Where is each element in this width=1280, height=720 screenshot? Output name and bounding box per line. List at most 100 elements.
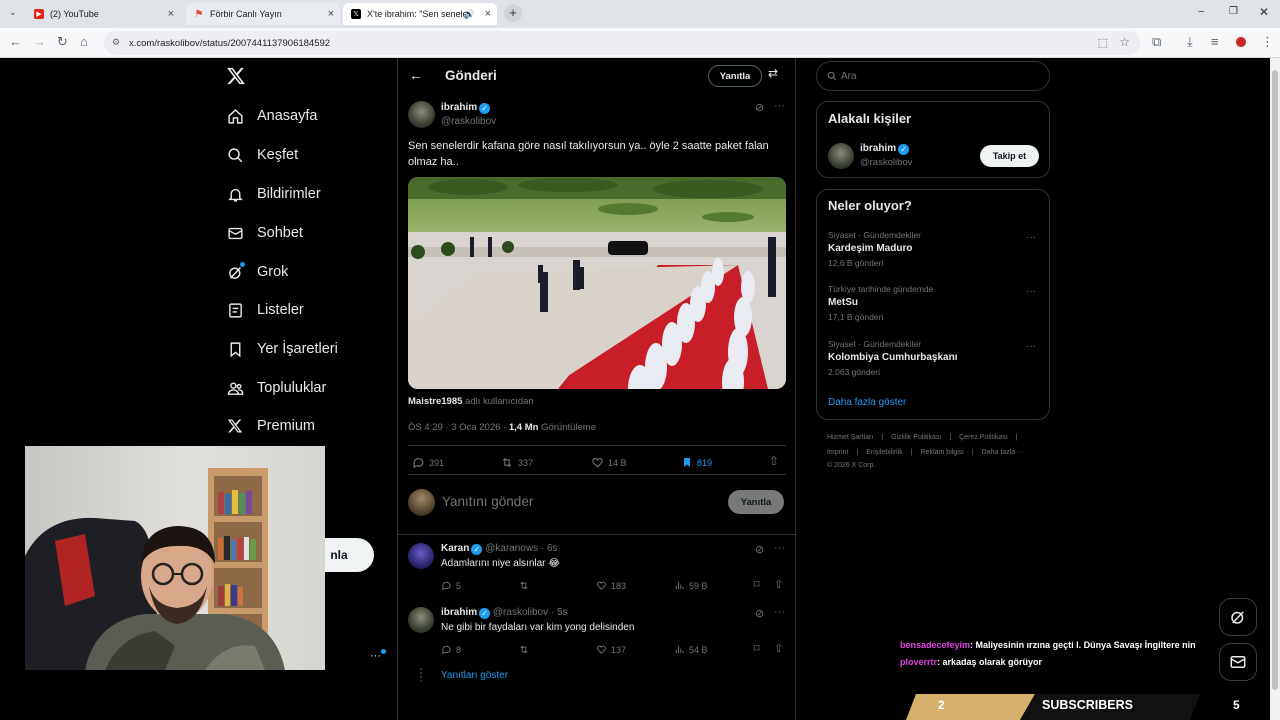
reply-author-name[interactable]: Karan bbox=[441, 543, 469, 554]
back-arrow-icon[interactable]: ← bbox=[409, 67, 423, 83]
show-replies-link[interactable]: Yanıtları göster bbox=[441, 670, 508, 681]
avatar[interactable] bbox=[408, 543, 434, 569]
bookmark-star-icon[interactable]: ☆ bbox=[1119, 35, 1130, 49]
maximize-button[interactable]: ❐ bbox=[1229, 6, 1238, 17]
footer-link-terms[interactable]: Hizmet Şartları bbox=[827, 434, 873, 441]
share-icon[interactable]: ⇧ bbox=[774, 578, 783, 591]
sliders-icon[interactable]: ⇄ bbox=[768, 66, 778, 80]
footer-link-privacy[interactable]: Gizlilik Politikası bbox=[891, 434, 941, 441]
footer-link-more[interactable]: Daha fazla ··· bbox=[982, 449, 1024, 456]
retweet-button[interactable] bbox=[518, 644, 534, 655]
nav-item-notifications[interactable]: Bildirimler bbox=[226, 182, 321, 206]
search-box[interactable]: Ara bbox=[816, 61, 1050, 91]
download-icon[interactable]: ⤓ bbox=[1187, 34, 1193, 50]
bookmark-icon[interactable]: ⌑ bbox=[754, 578, 760, 591]
tweet-media[interactable] bbox=[408, 177, 786, 389]
profile-avatar[interactable] bbox=[1234, 35, 1248, 49]
account-more-icon[interactable]: ··· bbox=[370, 650, 381, 662]
trend-item[interactable]: Siyaset · Gündemdekiler Kolombiya Cumhur… bbox=[828, 339, 1038, 377]
trend-item[interactable]: Türkiye tarihinde gündemde MetSu 17,1 B … bbox=[828, 284, 1038, 322]
nav-item-chat[interactable]: Sohbet bbox=[226, 221, 303, 245]
footer-link-cookies[interactable]: Çerez Politikası bbox=[959, 434, 1008, 441]
like-button[interactable]: 14 B bbox=[591, 456, 627, 469]
views-button[interactable]: 54 B bbox=[674, 644, 708, 655]
like-button[interactable]: 183 bbox=[596, 580, 626, 591]
more-icon[interactable]: ··· bbox=[1026, 341, 1036, 352]
share-icon[interactable]: ⇧ bbox=[774, 642, 783, 655]
grok-float-button[interactable] bbox=[1219, 598, 1257, 636]
composer-reply-button[interactable]: Yanıtla bbox=[728, 490, 784, 514]
browser-tab-forbir[interactable]: ⚑ Förbir Canlı Yayın × bbox=[186, 3, 340, 25]
close-window-button[interactable]: ✕ bbox=[1259, 5, 1269, 19]
follow-button[interactable]: Takip et bbox=[980, 145, 1039, 167]
related-user-handle[interactable]: @raskolibov bbox=[860, 157, 912, 168]
tweet-handle[interactable]: @raskolibov bbox=[441, 116, 496, 127]
media-control-icon[interactable]: ≡ bbox=[1211, 34, 1219, 49]
minimize-button[interactable]: − bbox=[1198, 6, 1204, 18]
grok-icon[interactable]: ⊘ bbox=[755, 101, 764, 114]
home-icon[interactable]: ⌂ bbox=[80, 34, 88, 49]
install-icon[interactable]: ⬚ bbox=[1098, 36, 1108, 49]
share-icon[interactable]: ⇧ bbox=[769, 454, 779, 468]
footer-link-imprint[interactable]: Imprint bbox=[827, 449, 848, 456]
grok-icon[interactable]: ⊘ bbox=[755, 607, 764, 620]
close-tab-icon[interactable]: × bbox=[168, 8, 174, 20]
more-icon[interactable]: ··· bbox=[1026, 232, 1036, 243]
more-icon[interactable]: ··· bbox=[1026, 286, 1036, 297]
close-tab-icon[interactable]: × bbox=[328, 8, 334, 20]
back-icon[interactable]: ← bbox=[9, 34, 22, 49]
reply-author-name[interactable]: ibrahim bbox=[441, 607, 477, 618]
bookmark-icon[interactable]: ⌑ bbox=[754, 642, 760, 655]
address-bar[interactable]: ⚙ x.com/raskolibov/status/20074411379061… bbox=[104, 31, 1140, 55]
media-credit-name[interactable]: Maistre1985 bbox=[408, 396, 462, 407]
forward-icon[interactable]: → bbox=[33, 34, 46, 49]
tweet-timestamp[interactable]: ÖS 4:29 · 3 Oca 2026 · bbox=[408, 422, 506, 433]
views-button[interactable]: 59 B bbox=[674, 580, 708, 591]
more-icon[interactable]: ··· bbox=[774, 606, 785, 618]
reply-time[interactable]: · 6s bbox=[541, 543, 558, 554]
browser-tab-youtube[interactable]: ▶ (2) YouTube × bbox=[26, 3, 180, 25]
nav-item-lists[interactable]: Listeler bbox=[226, 298, 304, 322]
reply-button[interactable]: 391 bbox=[412, 456, 444, 469]
nav-item-bookmarks[interactable]: Yer İşaretleri bbox=[226, 337, 338, 361]
speaker-icon[interactable]: 🔊 bbox=[464, 9, 475, 20]
nav-item-premium[interactable]: Premium bbox=[226, 414, 315, 438]
x-logo-icon[interactable] bbox=[226, 66, 246, 86]
nav-item-home[interactable]: Anasayfa bbox=[226, 104, 317, 128]
footer-link-ads[interactable]: Reklam bilgisi bbox=[921, 449, 964, 456]
bookmark-button[interactable]: 819 bbox=[681, 456, 712, 469]
nav-item-explore[interactable]: Keşfet bbox=[226, 143, 298, 167]
grok-icon[interactable]: ⊘ bbox=[755, 543, 764, 556]
trend-item[interactable]: Siyaset · Gündemdekiler Kardeşim Maduro … bbox=[828, 230, 1038, 268]
reply-author-handle[interactable]: @raskolibov bbox=[493, 607, 548, 618]
related-user-name[interactable]: ibrahim ✓ bbox=[860, 143, 910, 155]
retweet-button[interactable]: 337 bbox=[500, 456, 533, 469]
retweet-button[interactable] bbox=[518, 580, 534, 591]
like-button[interactable]: 137 bbox=[596, 644, 626, 655]
nav-item-grok[interactable]: Grok bbox=[226, 260, 288, 284]
extensions-icon[interactable]: ⧉ bbox=[1152, 34, 1161, 50]
tab-list-chevron-icon[interactable]: ⌄ bbox=[9, 7, 17, 18]
browser-tab-x[interactable]: 𝕏 X'te ibrahim: "Sen senelerdi 🔊 × bbox=[343, 3, 497, 25]
footer-link-accessibility[interactable]: Erişilebilirlik bbox=[866, 449, 903, 456]
reply-button[interactable]: 5 bbox=[441, 580, 461, 591]
new-tab-button[interactable]: + bbox=[504, 4, 522, 22]
nav-item-communities[interactable]: Topluluklar bbox=[226, 376, 326, 400]
reply-input[interactable]: Yanıtını gönder bbox=[442, 494, 533, 509]
reload-icon[interactable]: ↻ bbox=[57, 34, 68, 50]
avatar[interactable] bbox=[828, 143, 854, 169]
scrollbar-thumb[interactable] bbox=[1272, 70, 1278, 690]
site-info-icon[interactable]: ⚙ bbox=[112, 37, 120, 48]
show-more-link[interactable]: Daha fazla göster bbox=[828, 397, 906, 408]
page-scrollbar[interactable] bbox=[1270, 58, 1280, 720]
more-icon[interactable]: ··· bbox=[774, 542, 785, 554]
header-reply-button[interactable]: Yanıtla bbox=[708, 65, 762, 87]
reply-button[interactable]: 8 bbox=[441, 644, 461, 655]
messages-float-button[interactable] bbox=[1219, 643, 1257, 681]
menu-dots-icon[interactable]: ⋮ bbox=[1261, 34, 1274, 50]
avatar[interactable] bbox=[408, 101, 435, 128]
tweet-author[interactable]: ibrahim ✓ bbox=[441, 102, 491, 114]
reply-time[interactable]: · 5s bbox=[551, 607, 568, 618]
reply-author-handle[interactable]: @karanows bbox=[485, 543, 538, 554]
close-tab-icon[interactable]: × bbox=[485, 8, 491, 20]
